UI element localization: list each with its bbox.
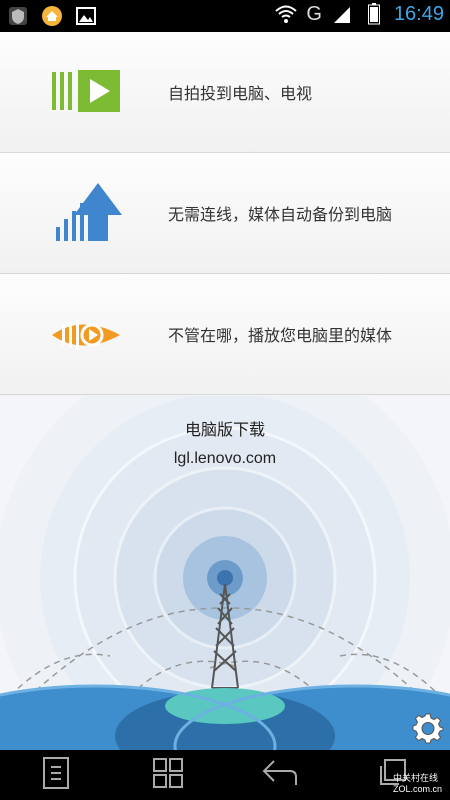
signal-icon [330, 2, 354, 26]
image-icon [74, 4, 98, 28]
shield-app-icon [6, 4, 30, 28]
watermark: 中关村在线 ZOL.com.cn [393, 771, 442, 794]
feature-row-backup[interactable]: 无需连线，媒体自动备份到电脑 [0, 153, 450, 274]
play-cast-icon [52, 66, 122, 120]
eye-play-icon [52, 308, 122, 362]
upload-arrow-icon [52, 183, 122, 241]
feature-label-cast: 自拍投到电脑、电视 [168, 84, 313, 103]
wifi-icon [274, 2, 298, 26]
clock: 16:49 [393, 2, 444, 25]
feature-row-cast[interactable]: 自拍投到电脑、电视 [0, 32, 450, 153]
menu-icon [43, 757, 69, 793]
status-bar: G 16:49 [0, 0, 450, 32]
settings-gear-icon[interactable] [412, 712, 444, 744]
feature-label-backup: 无需连线，媒体自动备份到电脑 [168, 205, 393, 224]
back-icon [262, 759, 298, 791]
download-panel: 电脑版下载 lgl.lenovo.com [0, 396, 450, 750]
apps-grid-icon [152, 757, 184, 793]
apps-button[interactable] [112, 750, 224, 800]
feature-label-play: 不管在哪，播放您电脑里的媒体 [168, 326, 393, 345]
back-button[interactable] [224, 750, 336, 800]
home-app-icon [40, 4, 64, 28]
feature-row-play[interactable]: 不管在哪，播放您电脑里的媒体 [0, 274, 450, 395]
network-type: G [306, 2, 322, 25]
watermark-line2: ZOL.com.cn [392, 784, 442, 794]
navigation-bar: 中关村在线 ZOL.com.cn [0, 750, 450, 800]
menu-button[interactable] [0, 750, 112, 800]
download-url[interactable]: lgl.lenovo.com [0, 450, 450, 468]
download-title: 电脑版下载 [184, 420, 265, 439]
watermark-line1: 中关村在线 [392, 773, 438, 783]
battery-icon [362, 2, 386, 26]
